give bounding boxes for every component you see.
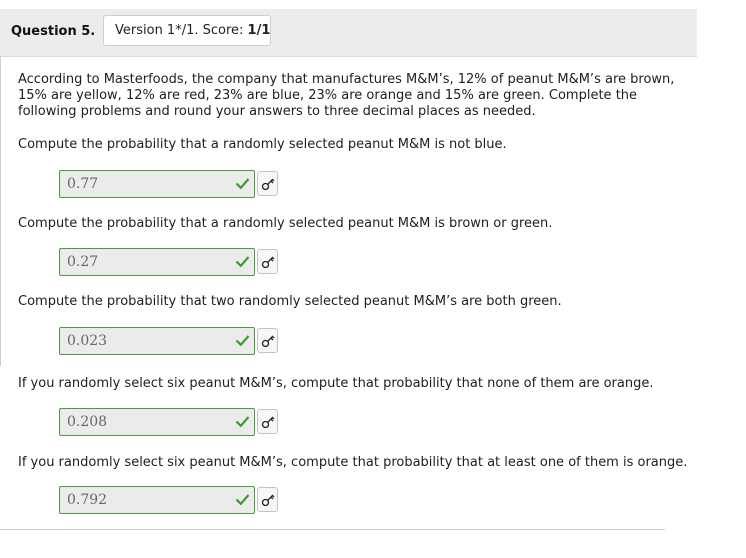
checkmark-icon bbox=[235, 256, 250, 268]
part-5-answer-field[interactable]: 0.792 bbox=[59, 486, 255, 514]
version-text: Version 1*/1. Score: bbox=[115, 23, 248, 38]
part-1-prompt: Compute the probability that a randomly … bbox=[18, 137, 507, 152]
question-intro: According to Masterfoods, the company th… bbox=[18, 72, 675, 119]
part-4-prompt: If you randomly select six peanut M&M’s,… bbox=[18, 376, 654, 391]
part-1-key-button[interactable] bbox=[257, 171, 278, 196]
checkmark-icon bbox=[235, 178, 250, 190]
part-4-answer-field[interactable]: 0.208 bbox=[59, 408, 255, 436]
part-2-prompt: Compute the probability that a randomly … bbox=[18, 216, 553, 231]
key-icon bbox=[261, 256, 275, 269]
key-icon bbox=[261, 335, 275, 348]
part-2-key-button[interactable] bbox=[257, 249, 278, 274]
checkmark-icon bbox=[235, 335, 250, 347]
part-5-prompt: If you randomly select six peanut M&M’s,… bbox=[18, 455, 688, 470]
score-value: 1/1 bbox=[247, 23, 271, 38]
question-header: Question 5. Version 1*/1. Score: 1/1 bbox=[0, 9, 697, 57]
part-3-prompt: Compute the probability that two randoml… bbox=[18, 294, 562, 309]
part-2-answer-field[interactable]: 0.27 bbox=[59, 248, 255, 276]
version-score-box: Version 1*/1. Score: 1/1 bbox=[103, 15, 271, 46]
part-3-answer-field[interactable]: 0.023 bbox=[59, 327, 255, 355]
part-1-answer-field[interactable]: 0.77 bbox=[59, 170, 255, 198]
part-3-answer-value: 0.023 bbox=[67, 333, 108, 349]
part-2-answer-value: 0.27 bbox=[67, 254, 99, 270]
left-divider bbox=[0, 56, 1, 366]
part-5-key-button[interactable] bbox=[257, 487, 278, 512]
key-icon bbox=[261, 178, 275, 191]
part-5-answer-value: 0.792 bbox=[67, 492, 108, 508]
part-1-answer-value: 0.77 bbox=[67, 176, 99, 192]
key-icon bbox=[261, 494, 275, 507]
part-4-key-button[interactable] bbox=[257, 409, 278, 434]
bottom-divider bbox=[0, 529, 665, 530]
part-4-answer-value: 0.208 bbox=[67, 414, 108, 430]
question-label: Question 5. bbox=[11, 24, 96, 39]
checkmark-icon bbox=[235, 416, 250, 428]
key-icon bbox=[261, 416, 275, 429]
part-3-key-button[interactable] bbox=[257, 328, 278, 353]
checkmark-icon bbox=[235, 494, 250, 506]
